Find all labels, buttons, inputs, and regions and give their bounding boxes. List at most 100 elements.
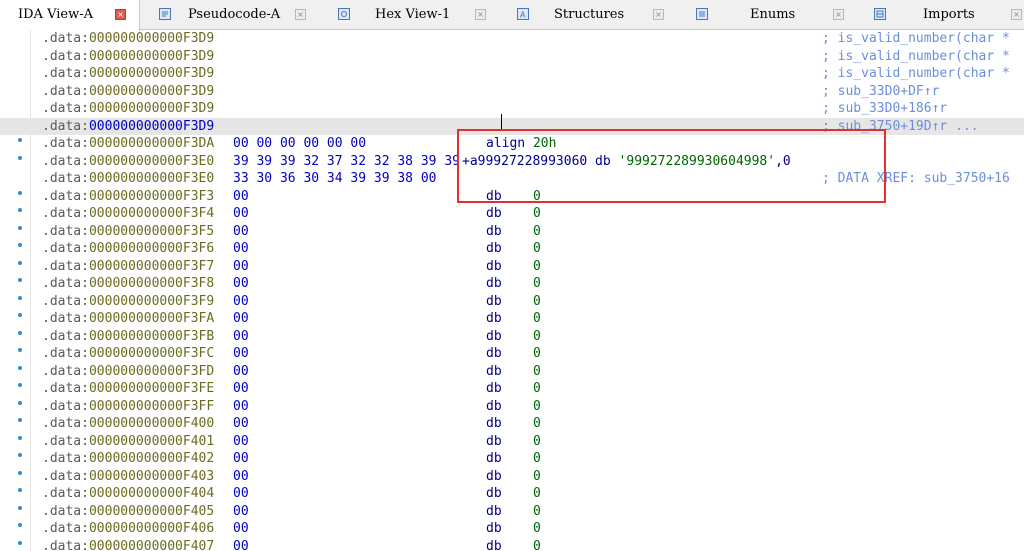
tab-hex-view-1[interactable]: Hex View-1 × (335, 0, 505, 30)
listing-row[interactable]: .data:000000000000F3FE 00 db 0 (0, 380, 1024, 398)
listing-row[interactable]: .data:000000000000F404 00 db 0 (0, 485, 1024, 503)
address[interactable]: .data:000000000000F3D9 (42, 118, 214, 136)
listing-row[interactable]: .data:000000000000F3FF 00 db 0 (0, 398, 1024, 416)
tab-pseudocode-a[interactable]: Pseudocode-A × (155, 0, 325, 30)
listing-row[interactable]: .data:000000000000F3E0 33 30 36 30 34 39 … (0, 170, 1024, 188)
listing-row[interactable]: .data:000000000000F405 00 db 0 (0, 503, 1024, 521)
close-icon[interactable]: × (833, 9, 844, 20)
xref-comment[interactable]: ; is_valid_number(char * (822, 48, 1010, 66)
listing-row[interactable]: .data:000000000000F3F4 00 db 0 (0, 205, 1024, 223)
listing-row[interactable]: .data:000000000000F3F7 00 db 0 (0, 258, 1024, 276)
address[interactable]: .data:000000000000F3E0 (42, 153, 214, 171)
listing-row[interactable]: .data:000000000000F3D9 ; sub_33D0+186↑r (0, 100, 1024, 118)
listing-row[interactable]: .data:000000000000F3FB 00 db 0 (0, 328, 1024, 346)
address[interactable]: .data:000000000000F3D9 (42, 48, 214, 66)
instruction[interactable]: db 0 (486, 485, 541, 503)
address[interactable]: .data:000000000000F3F6 (42, 240, 214, 258)
instruction[interactable]: db 0 (486, 398, 541, 416)
instruction[interactable]: db 0 (486, 520, 541, 538)
instruction[interactable]: db 0 (486, 328, 541, 346)
address[interactable]: .data:000000000000F3F5 (42, 223, 214, 241)
instruction[interactable]: db 0 (486, 258, 541, 276)
xref-comment[interactable]: ; is_valid_number(char * (822, 30, 1010, 48)
instruction[interactable]: align 20h (486, 135, 556, 153)
address[interactable]: .data:000000000000F406 (42, 520, 214, 538)
tab-enums[interactable]: Enums × (695, 0, 855, 30)
listing-row[interactable]: .data:000000000000F402 00 db 0 (0, 450, 1024, 468)
address[interactable]: .data:000000000000F3D9 (42, 30, 214, 48)
instruction[interactable]: db 0 (486, 345, 541, 363)
xref-comment[interactable]: ; sub_3750+19D↑r ... (822, 118, 979, 136)
instruction[interactable]: db 0 (486, 240, 541, 258)
tab-imports[interactable]: Imports × (873, 0, 1024, 30)
address[interactable]: .data:000000000000F3DA (42, 135, 214, 153)
address[interactable]: .data:000000000000F3FB (42, 328, 214, 346)
instruction[interactable]: +a99927228993060 db '999272289930604998'… (462, 153, 791, 171)
instruction[interactable]: db 0 (486, 205, 541, 223)
tab-ida-view-a[interactable]: IDA View-A × (0, 0, 140, 31)
listing-row[interactable]: .data:000000000000F3FD 00 db 0 (0, 363, 1024, 381)
tab-structures[interactable]: A Structures × (515, 0, 675, 30)
listing-row[interactable]: .data:000000000000F403 00 db 0 (0, 468, 1024, 486)
close-icon[interactable]: × (1011, 9, 1022, 20)
listing-row[interactable]: .data:000000000000F3E0 39 39 39 32 37 32 … (0, 153, 1024, 171)
address[interactable]: .data:000000000000F3FC (42, 345, 214, 363)
address[interactable]: .data:000000000000F3FE (42, 380, 214, 398)
listing-row[interactable]: .data:000000000000F400 00 db 0 (0, 415, 1024, 433)
disassembly-listing[interactable]: .data:000000000000F3D9 ; is_valid_number(… (0, 30, 1024, 551)
listing-row[interactable]: .data:000000000000F3D9 ; sub_3750+19D↑r .… (0, 117, 1024, 136)
address[interactable]: .data:000000000000F405 (42, 503, 214, 521)
listing-row[interactable]: .data:000000000000F3FA 00 db 0 (0, 310, 1024, 328)
instruction[interactable]: db 0 (486, 188, 541, 206)
listing-row[interactable]: .data:000000000000F3FC 00 db 0 (0, 345, 1024, 363)
listing-row[interactable]: .data:000000000000F3D9 ; sub_33D0+DF↑r (0, 83, 1024, 101)
address[interactable]: .data:000000000000F3FF (42, 398, 214, 416)
close-icon[interactable]: × (115, 9, 126, 20)
listing-row[interactable]: .data:000000000000F3F6 00 db 0 (0, 240, 1024, 258)
address[interactable]: .data:000000000000F401 (42, 433, 214, 451)
listing-row[interactable]: .data:000000000000F3D9 ; is_valid_number(… (0, 30, 1024, 48)
address[interactable]: .data:000000000000F3FD (42, 363, 214, 381)
instruction[interactable]: db 0 (486, 450, 541, 468)
instruction[interactable]: db 0 (486, 380, 541, 398)
listing-row[interactable]: .data:000000000000F3F3 00 db 0 (0, 188, 1024, 206)
xref-comment[interactable]: ; DATA XREF: sub_3750+16 (822, 170, 1010, 188)
address[interactable]: .data:000000000000F3F8 (42, 275, 214, 293)
listing-row[interactable]: .data:000000000000F3F9 00 db 0 (0, 293, 1024, 311)
xref-comment[interactable]: ; sub_33D0+DF↑r (822, 83, 939, 101)
listing-row[interactable]: .data:000000000000F401 00 db 0 (0, 433, 1024, 451)
address[interactable]: .data:000000000000F3F7 (42, 258, 214, 276)
address[interactable]: .data:000000000000F3F9 (42, 293, 214, 311)
address[interactable]: .data:000000000000F3F4 (42, 205, 214, 223)
address[interactable]: .data:000000000000F407 (42, 538, 214, 551)
instruction[interactable]: db 0 (486, 293, 541, 311)
listing-row[interactable]: .data:000000000000F3D9 ; is_valid_number(… (0, 65, 1024, 83)
listing-row[interactable]: .data:000000000000F3F5 00 db 0 (0, 223, 1024, 241)
address[interactable]: .data:000000000000F404 (42, 485, 214, 503)
address[interactable]: .data:000000000000F3FA (42, 310, 214, 328)
close-icon[interactable]: × (653, 9, 664, 20)
instruction[interactable]: db 0 (486, 275, 541, 293)
close-icon[interactable]: × (295, 9, 306, 20)
instruction[interactable]: db 0 (486, 433, 541, 451)
instruction[interactable]: db 0 (486, 415, 541, 433)
listing-row[interactable]: .data:000000000000F406 00 db 0 (0, 520, 1024, 538)
address[interactable]: .data:000000000000F3D9 (42, 100, 214, 118)
address[interactable]: .data:000000000000F3F3 (42, 188, 214, 206)
instruction[interactable]: db 0 (486, 363, 541, 381)
address[interactable]: .data:000000000000F3D9 (42, 83, 214, 101)
address[interactable]: .data:000000000000F3E0 (42, 170, 214, 188)
listing-row[interactable]: .data:000000000000F3D9 ; is_valid_number(… (0, 48, 1024, 66)
close-icon[interactable]: × (475, 9, 486, 20)
listing-row[interactable]: .data:000000000000F3F8 00 db 0 (0, 275, 1024, 293)
listing-row[interactable]: .data:000000000000F407 00 db 0 (0, 538, 1024, 551)
address[interactable]: .data:000000000000F402 (42, 450, 214, 468)
instruction[interactable]: db 0 (486, 503, 541, 521)
instruction[interactable]: db 0 (486, 223, 541, 241)
address[interactable]: .data:000000000000F403 (42, 468, 214, 486)
xref-comment[interactable]: ; sub_33D0+186↑r (822, 100, 947, 118)
instruction[interactable]: db 0 (486, 538, 541, 551)
instruction[interactable]: db 0 (486, 468, 541, 486)
listing-row[interactable]: .data:000000000000F3DA 00 00 00 00 00 00 a… (0, 135, 1024, 153)
xref-comment[interactable]: ; is_valid_number(char * (822, 65, 1010, 83)
